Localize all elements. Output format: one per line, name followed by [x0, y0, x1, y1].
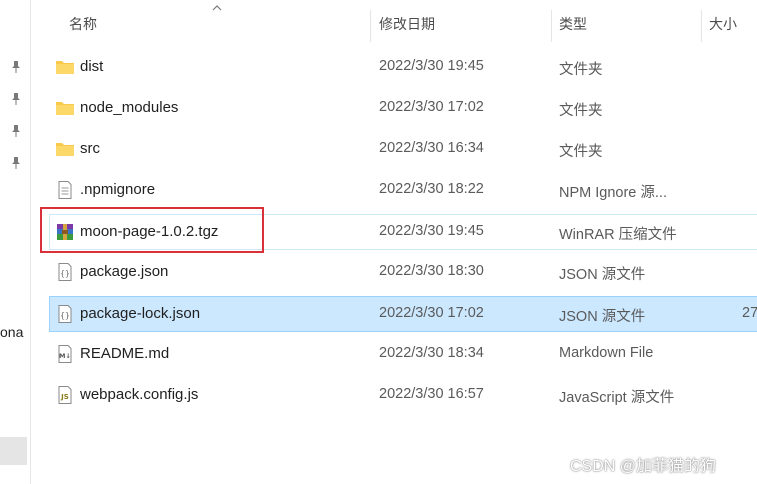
- column-date-header[interactable]: 修改日期: [379, 14, 435, 34]
- folder-icon: [56, 102, 74, 115]
- file-date: 2022/3/30 18:30: [379, 263, 484, 279]
- sort-ascending-icon: [212, 5, 222, 11]
- pin-icon[interactable]: [9, 156, 23, 170]
- file-name: package-lock.json: [80, 305, 201, 322]
- file-row-package-lock-json[interactable]: {} package-lock.json 2022/3/30 17:02 JSO…: [49, 296, 757, 332]
- file-row-dist[interactable]: dist 2022/3/30 19:45 文件夹: [50, 50, 757, 84]
- column-divider[interactable]: [551, 10, 552, 42]
- file-row-npmignore[interactable]: .npmignore 2022/3/30 18:22 NPM Ignore 源.…: [50, 173, 757, 207]
- svg-text:{}: {}: [60, 311, 70, 320]
- javascript-file-icon: JS: [58, 386, 72, 404]
- highlight-annotation-box: [40, 207, 264, 253]
- file-date: 2022/3/30 19:45: [379, 58, 484, 74]
- column-divider[interactable]: [370, 10, 371, 42]
- file-date: 2022/3/30 17:02: [379, 305, 484, 321]
- json-file-icon: {}: [58, 305, 72, 323]
- file-date: 2022/3/30 19:45: [379, 223, 484, 239]
- nav-item-label[interactable]: ona: [0, 324, 23, 340]
- file-type: JavaScript 源文件: [559, 390, 675, 406]
- file-name: package.json: [80, 263, 169, 280]
- text-file-icon: [58, 181, 72, 199]
- nav-item-selected[interactable]: [0, 437, 27, 465]
- json-file-icon: {}: [58, 263, 72, 281]
- column-type-header[interactable]: 类型: [559, 14, 587, 34]
- file-type: Markdown File: [559, 345, 654, 361]
- file-date: 2022/3/30 18:22: [379, 181, 484, 197]
- file-type: NPM Ignore 源...: [559, 185, 667, 201]
- svg-text:M↓: M↓: [59, 352, 71, 360]
- file-name: webpack.config.js: [80, 386, 199, 403]
- file-date: 2022/3/30 16:34: [379, 140, 484, 156]
- file-name: node_modules: [80, 99, 179, 116]
- file-name: .npmignore: [80, 181, 156, 198]
- file-row-readme[interactable]: M↓ README.md 2022/3/30 18:34 Markdown Fi…: [50, 337, 757, 371]
- file-type: JSON 源文件: [559, 309, 646, 325]
- file-name: src: [80, 140, 100, 157]
- pin-icon[interactable]: [9, 124, 23, 138]
- file-type: 文件夹: [559, 103, 603, 119]
- file-type: WinRAR 压缩文件: [559, 227, 677, 243]
- file-row-node-modules[interactable]: node_modules 2022/3/30 17:02 文件夹: [50, 91, 757, 125]
- markdown-file-icon: M↓: [58, 345, 72, 363]
- file-type: 文件夹: [559, 62, 603, 78]
- file-type: 文件夹: [559, 144, 603, 160]
- svg-text:{}: {}: [60, 269, 70, 278]
- pin-icon[interactable]: [9, 60, 23, 74]
- file-type: JSON 源文件: [559, 267, 646, 283]
- folder-icon: [56, 61, 74, 74]
- file-row-webpack-config[interactable]: JS webpack.config.js 2022/3/30 16:57 Jav…: [50, 378, 757, 412]
- file-date: 2022/3/30 16:57: [379, 386, 484, 402]
- column-name-header[interactable]: 名称: [69, 14, 97, 34]
- folder-icon: [56, 143, 74, 156]
- column-header: 名称 修改日期 类型 大小: [31, 0, 757, 44]
- file-size: 27: [742, 305, 757, 321]
- file-date: 2022/3/30 18:34: [379, 345, 484, 361]
- pin-icon[interactable]: [9, 92, 23, 106]
- svg-text:JS: JS: [60, 393, 69, 401]
- column-size-header[interactable]: 大小: [709, 14, 737, 34]
- file-row-src[interactable]: src 2022/3/30 16:34 文件夹: [50, 132, 757, 166]
- column-divider[interactable]: [701, 10, 702, 42]
- file-name: dist: [80, 58, 104, 75]
- file-row-package-json[interactable]: {} package.json 2022/3/30 18:30 JSON 源文件: [50, 255, 757, 289]
- file-date: 2022/3/30 17:02: [379, 99, 484, 115]
- file-name: README.md: [80, 345, 170, 362]
- watermark: CSDN @加菲猫的狗: [570, 458, 717, 475]
- navigation-pane-edge: ona: [0, 0, 31, 484]
